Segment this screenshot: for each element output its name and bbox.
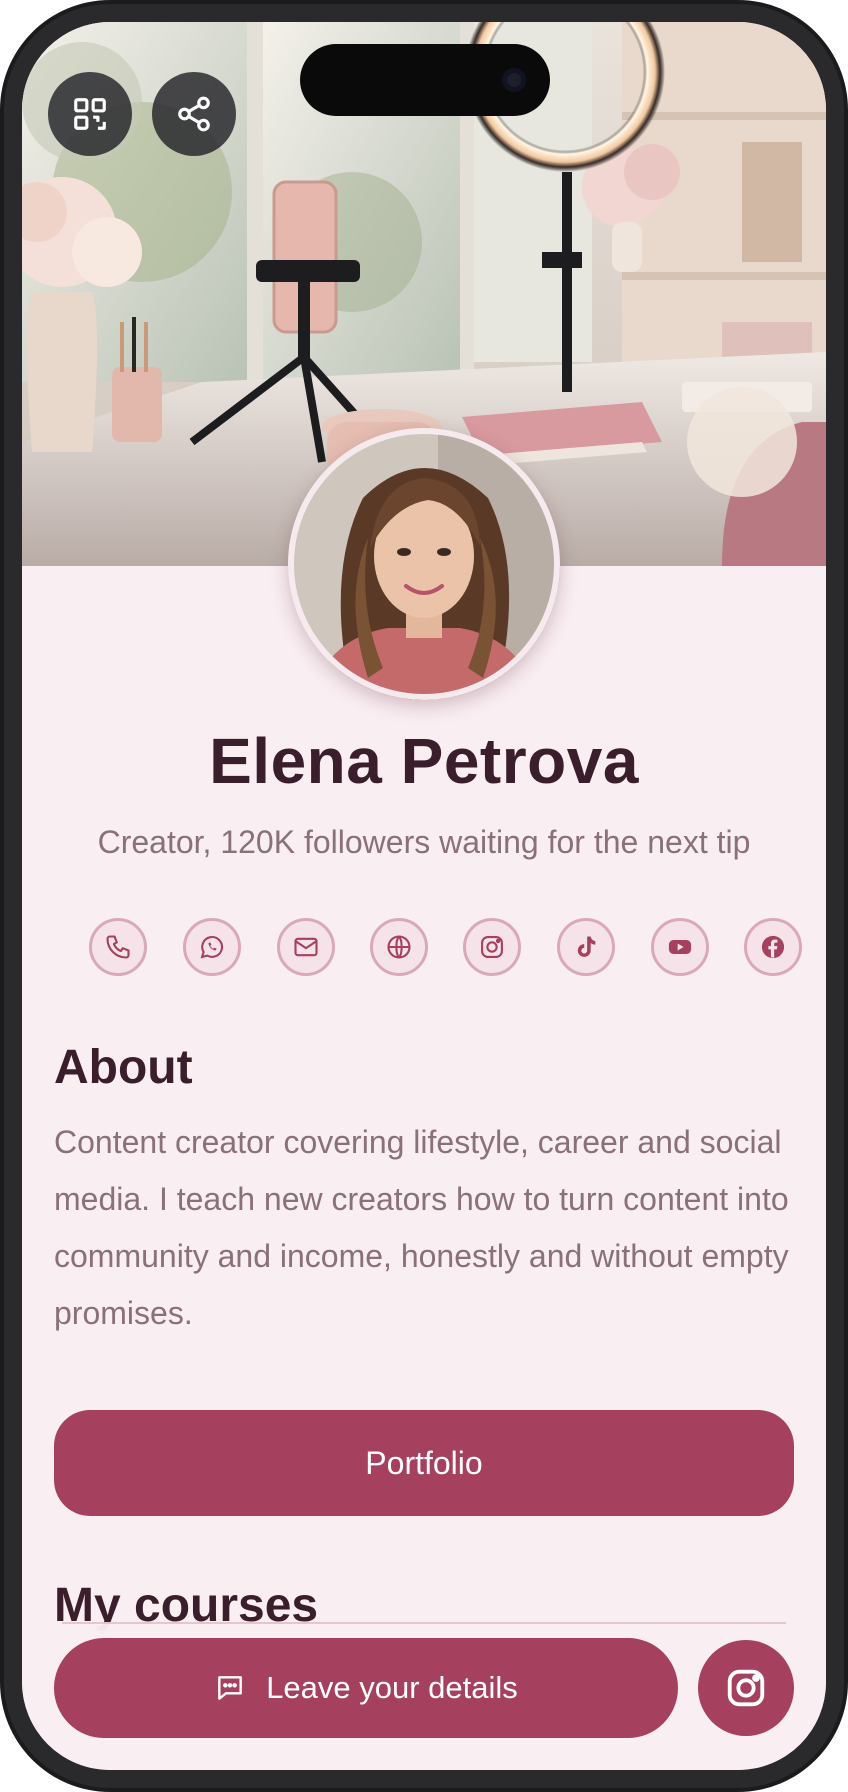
phone-icon — [106, 935, 130, 959]
portfolio-button[interactable]: Portfolio — [54, 1410, 794, 1516]
tiktok-link[interactable] — [557, 918, 615, 976]
camera-icon — [502, 68, 526, 92]
instagram-icon — [727, 1669, 765, 1707]
instagram-link[interactable] — [463, 918, 521, 976]
screen: Elena Petrova Creator, 120K followers wa… — [22, 22, 826, 1770]
whatsapp-link[interactable] — [183, 918, 241, 976]
mail-icon — [294, 937, 318, 957]
instagram-fab-button[interactable] — [698, 1640, 794, 1736]
mail-link[interactable] — [277, 918, 335, 976]
globe-icon — [387, 935, 411, 959]
divider — [62, 1622, 786, 1624]
whatsapp-icon — [200, 935, 224, 959]
dynamic-island — [300, 44, 550, 116]
leave-details-label: Leave your details — [266, 1670, 518, 1705]
website-link[interactable] — [370, 918, 428, 976]
about-heading: About — [54, 1041, 193, 1094]
phone-frame: Elena Petrova Creator, 120K followers wa… — [0, 0, 848, 1792]
facebook-link[interactable] — [744, 918, 802, 976]
leave-details-button[interactable]: Leave your details — [54, 1638, 678, 1738]
tiktok-icon — [577, 936, 596, 957]
facebook-icon — [761, 935, 785, 959]
avatar — [288, 428, 560, 700]
qr-code-button[interactable] — [48, 72, 132, 156]
about-text: Content creator covering lifestyle, care… — [54, 1124, 789, 1331]
social-links — [64, 918, 802, 978]
instagram-icon — [481, 936, 503, 958]
share-icon — [178, 96, 210, 132]
profile-name: Elena Petrova — [209, 725, 639, 797]
chat-icon — [218, 1676, 243, 1700]
share-button[interactable] — [152, 72, 236, 156]
avatar-ring — [288, 428, 560, 700]
youtube-icon — [668, 940, 692, 954]
youtube-link[interactable] — [651, 918, 709, 976]
qr-code-icon — [74, 98, 106, 130]
phone-link[interactable] — [89, 918, 147, 976]
profile-subtitle: Creator, 120K followers waiting for the … — [97, 824, 751, 860]
